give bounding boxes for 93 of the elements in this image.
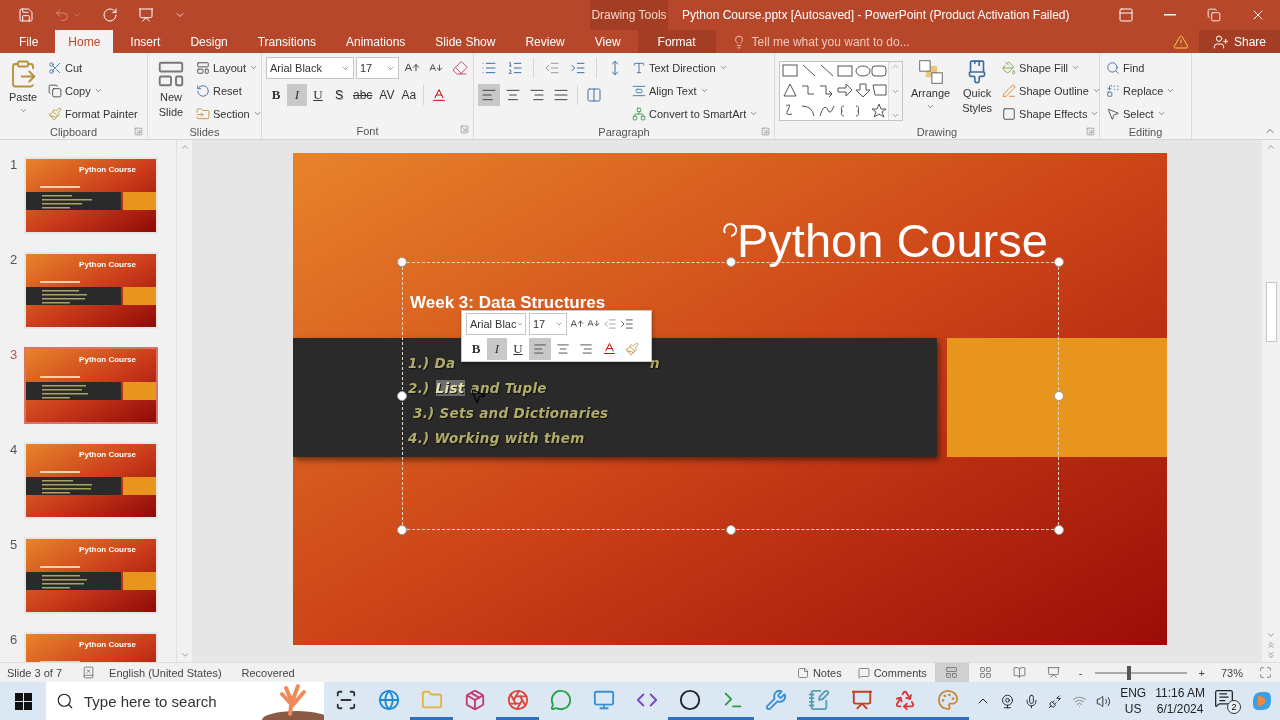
paste-button[interactable]: Paste <box>4 57 42 124</box>
smartart-button[interactable]: Convert to SmartArt <box>630 103 761 124</box>
share-button[interactable]: Share <box>1198 30 1280 53</box>
group-label: Slides <box>189 125 220 138</box>
font-name-field[interactable]: Arial Black <box>266 57 354 79</box>
group-label: Drawing <box>916 125 958 138</box>
recovery-status: Recovered <box>241 666 295 679</box>
slide-thumbnail[interactable]: Python Course <box>24 442 158 519</box>
tell-me-field[interactable]: Tell me what you want to do... <box>731 30 1173 53</box>
context-label: Drawing Tools <box>590 0 668 30</box>
slide-number: 5 <box>10 537 19 552</box>
format-button[interactable]: U <box>508 337 528 360</box>
list-item-text: 2.) <box>408 380 430 396</box>
window-title: Python Course.pptx [Autosaved] - PowerPoint (Product Activation Failed) <box>681 7 1071 24</box>
quick-styles-button[interactable]: Quick Styles <box>958 57 997 124</box>
ribbon-tab[interactable]: Slide Show <box>422 30 509 53</box>
font-size-field[interactable]: 17 <box>529 312 567 335</box>
slide-number: 4 <box>10 442 19 457</box>
ribbon-tab[interactable]: Insert <box>117 30 174 53</box>
group-label: Editing <box>1128 125 1163 138</box>
ribbon-tab[interactable]: Review <box>512 30 578 53</box>
comments-button[interactable]: Comments <box>849 663 935 682</box>
group-label: Paragraph <box>598 125 650 138</box>
format-button[interactable]: Aa <box>398 84 420 106</box>
find-button[interactable]: Find <box>1104 57 1178 78</box>
format-button[interactable]: B <box>266 84 286 106</box>
slide-canvas[interactable]: Python Course Week 3: Data Structures Arial Blac 17 B I U 1.) Da n 2.) List and Tuple 3.) Sets and Dictionaries 4.) Working with them <box>293 153 1167 645</box>
shape-effects-button[interactable]: Shape Effects <box>1000 103 1103 124</box>
shape-fill-button[interactable]: Shape Fill <box>1000 57 1103 78</box>
list-item-text: n <box>650 355 660 371</box>
slide-number: 2 <box>10 252 19 267</box>
reset-button[interactable]: Reset <box>194 80 264 101</box>
notes-button[interactable]: Notes <box>788 663 850 682</box>
section-button[interactable]: Section <box>194 103 264 124</box>
group-label: Font <box>356 124 379 137</box>
ribbon-tab[interactable]: Design <box>177 30 241 53</box>
slide-thumbnail[interactable]: Python Course <box>24 632 158 662</box>
layout-button[interactable]: Layout <box>194 57 264 78</box>
notifications-button[interactable]: 2 <box>1214 688 1241 714</box>
slide-counter: Slide 3 of 7 <box>7 666 63 679</box>
new-slide-button[interactable]: New Slide <box>152 57 190 124</box>
list-item-text: 1.) Da <box>408 355 456 371</box>
slide-number: 1 <box>10 157 19 172</box>
language-label: English (United States) <box>109 666 222 679</box>
slide-thumbnail[interactable]: Python Course <box>24 157 158 234</box>
format-button[interactable]: I <box>287 84 307 106</box>
slide-number: 6 <box>10 632 19 647</box>
thumbnail-title: Python Course <box>79 640 136 649</box>
input-language[interactable]: ENG US <box>1120 684 1147 718</box>
thumbnail-title: Python Course <box>79 545 136 554</box>
format-button[interactable]: AV <box>376 84 398 106</box>
list-item-text: and Tuple <box>470 380 547 396</box>
ribbon-tab[interactable]: Format <box>637 30 716 53</box>
thumbnail-title: Python Course <box>79 450 136 459</box>
slide-thumbnail[interactable]: Python Course <box>24 537 158 614</box>
slide-thumbnail[interactable]: Python Course <box>24 347 158 424</box>
replace-button[interactable]: Replace <box>1104 80 1178 101</box>
font-name-field[interactable]: Arial Blac <box>466 312 526 335</box>
select-button[interactable]: Select <box>1104 103 1178 124</box>
list-item-text: 4.) Working with them <box>408 430 585 446</box>
align-text-button[interactable]: Align Text <box>630 80 761 101</box>
zoom-level[interactable]: 73% <box>1212 663 1251 682</box>
shape-outline-button[interactable]: Shape Outline <box>1000 80 1103 101</box>
thumbnail-title: Python Course <box>79 260 136 269</box>
ribbon-tab[interactable]: File <box>6 30 52 53</box>
slide-thumbnail[interactable]: Python Course <box>24 252 158 329</box>
format-painter-button[interactable]: Format Painter <box>46 103 140 124</box>
arrange-button[interactable]: Arrange <box>907 57 955 124</box>
ribbon-tab[interactable]: Animations <box>333 30 419 53</box>
format-button[interactable]: B <box>466 337 486 360</box>
copy-button[interactable]: Copy <box>46 80 140 101</box>
thumbnail-title: Python Course <box>79 355 136 364</box>
slide-number: 3 <box>10 347 19 362</box>
format-button[interactable]: abc <box>350 84 376 106</box>
ribbon-tab[interactable]: View <box>581 30 634 53</box>
clock[interactable]: 11:16 AM 6/1/2024 <box>1155 684 1205 718</box>
slide-heading[interactable]: Week 3: Data Structures <box>410 293 606 313</box>
text-direction-button[interactable]: Text Direction <box>630 57 761 78</box>
format-button[interactable]: U <box>308 84 328 106</box>
format-button[interactable]: S <box>329 84 349 106</box>
font-size-field[interactable]: 17 <box>356 57 399 79</box>
thumbnail-title: Python Course <box>79 165 136 174</box>
ribbon-tab[interactable]: Transitions <box>244 30 329 53</box>
ribbon-tab[interactable]: Home <box>55 30 114 53</box>
notification-count: 2 <box>1227 700 1241 714</box>
group-label: Clipboard <box>49 125 98 138</box>
zoom-in-button[interactable]: + <box>1190 663 1213 682</box>
zoom-out-button[interactable]: - <box>1070 663 1091 682</box>
taskbar-search-field[interactable]: Type here to search <box>46 682 324 720</box>
list-item-text: 3.) Sets and Dictionaries <box>413 405 609 421</box>
cut-button[interactable]: Cut <box>46 57 140 78</box>
list-item-text: List <box>435 380 465 396</box>
format-button[interactable]: I <box>487 337 507 360</box>
